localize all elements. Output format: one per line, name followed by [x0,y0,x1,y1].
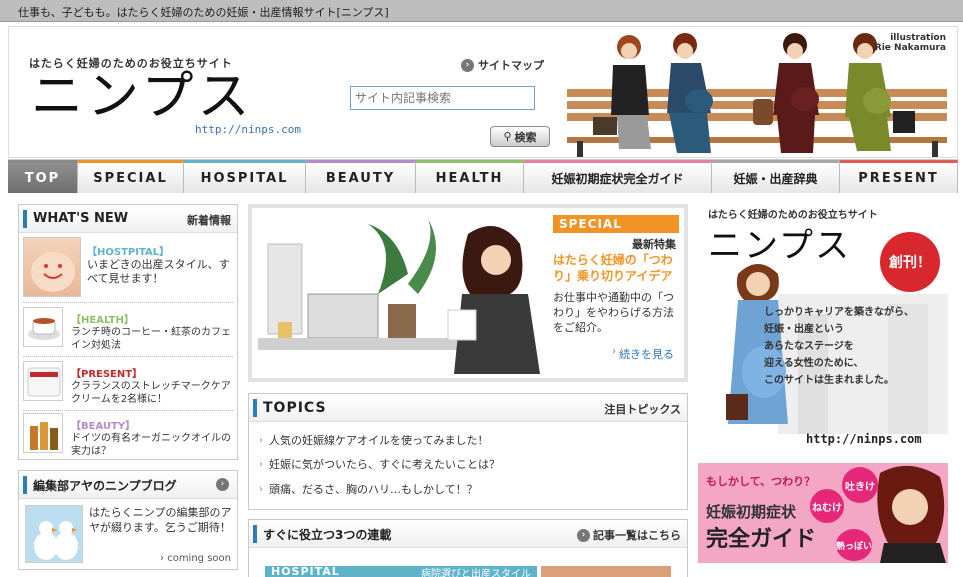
site-url[interactable]: http://ninps.com [195,123,301,136]
chevron-right-icon: › [259,483,263,495]
special-tag: SPECIAL [553,215,679,233]
search-input[interactable] [350,86,535,110]
news-category: 【PRESENT】 [71,369,143,380]
topics-subtitle: 注目トピックス [604,403,681,416]
sitemap-label: サイトマップ [478,59,544,72]
news-item[interactable]: 【BEAUTY】 ドイツの有名オーガニックオイルの実力は？ [23,413,233,459]
search-button-label: 検索 [514,130,537,144]
nav-tab-hospital[interactable]: HOSPITAL [184,160,306,193]
search-icon: ⚲ [503,130,512,143]
top-bar: 仕事も、子どもも。はたらく妊婦のための妊娠・出産情報サイト[ニンプス] [0,0,963,22]
news-thumbnail [23,413,63,453]
sitemap-link[interactable]: › サイトマップ [461,57,544,73]
nav-tab-special[interactable]: SPECIAL [78,160,184,193]
news-thumbnail [23,361,63,401]
nav-tab-beauty[interactable]: BEAUTY [306,160,416,193]
series-list-link[interactable]: › 記事一覧はこちら [577,527,681,543]
news-category: 【BEAUTY】 [71,421,136,432]
special-more-link[interactable]: › 続きを見る [612,346,674,362]
series-photo [541,566,671,577]
topics-header: TOPICS 注目トピックス [249,394,687,422]
illustration-credit: illustration Rie Nakamura [874,33,946,53]
page: 仕事も、子どもも。はたらく妊婦のための妊娠・出産情報サイト[ニンプス] はたらく… [0,0,963,577]
guide-ad-line2: 妊娠初期症状 [706,503,797,521]
guide-ad-line1: もしかして、つわり？ [706,475,816,488]
blog-thumbnail [25,505,83,563]
top-bar-text: 仕事も、子どもも。はたらく妊婦のための妊娠・出産情報サイト[ニンプス] [18,6,389,19]
early-symptoms-guide-banner[interactable]: もしかして、つわり？ 妊娠初期症状 完全ガイド 吐きけ ねむけ 熱っぽい [698,463,948,563]
cream-product-icon [27,367,61,397]
topics-title: TOPICS [263,400,327,416]
guide-bubble-fever: 熱っぽい [836,529,872,561]
topic-item[interactable]: › 頭痛、だるさ、胸のハリ…もしかして！？ [259,481,478,497]
oil-bottles-icon [30,422,58,450]
office-worker-illustration [258,214,548,374]
chevron-right-icon: › [259,458,263,470]
news-thumbnail [23,307,63,347]
guide-bubble-sleepiness: ねむけ [810,489,844,523]
topics-box: TOPICS 注目トピックス › 人気の妊娠線ケアオイルを使ってみました！ › 妊娠… [248,393,688,510]
blog-text: はたらくニンプの編集部のアヤが綴ります。乞うご期待！ [89,506,232,534]
search-button[interactable]: ⚲ 検索 [490,126,550,147]
news-thumbnail [23,237,81,297]
launch-ad-logo: ニンプス [708,226,851,266]
chevron-right-icon: › [461,58,474,72]
blog-header: 編集部アヤのニンプブログ › [19,471,237,499]
thinking-woman-illustration [877,465,946,563]
blog-title[interactable]: 編集部アヤのニンプブログ [33,477,177,494]
news-item[interactable]: 【PRESENT】 クラランスのストレッチマークケアクリームを2名様に！ [23,361,233,411]
series-header: すぐに役立つ3つの連載 › 記事一覧はこちら [249,520,687,548]
news-category: 【HEALTH】 [71,315,134,326]
launch-ad-url: http://ninps.com [806,432,922,446]
chevron-right-icon: › [259,434,263,446]
belly-photo-icon [31,252,75,292]
launch-ad-copy: しっかりキャリアを築きながら、 妊娠・出産という あらたなステージを 迎える女性… [764,307,914,386]
nav-tab-dictionary[interactable]: 妊娠・出産辞典 [712,160,840,193]
whats-new-subtitle: 新着情報 [187,214,231,227]
news-text: いまどきの出産スタイル、すべて見せます！ [87,258,230,285]
nav-tab-top[interactable]: TOP [8,160,78,193]
launch-ad-banner[interactable]: はたらく妊婦のためのお役立ちサイト ニンプス 創刊！ しっかりキャリアを築きなが… [698,204,948,454]
news-category: 【HOSTPITAL】 [87,247,170,258]
nav-tab-early-symptoms-guide[interactable]: 妊娠初期症状完全ガイド [524,160,712,193]
blog-coming-soon: › coming soon [160,553,231,564]
special-label: 最新特集 [632,238,676,251]
blog-box: 編集部アヤのニンプブログ › はたらくニンプの編集部のアヤが綴ります。乞うご期待… [18,470,238,570]
launch-badge: 創刊！ [880,232,940,292]
special-body: お仕事中や通勤中の「つわり」をやわらげる方法をご紹介。 [553,291,674,334]
special-feature-box[interactable]: SPECIAL 最新特集 はたらく妊婦の「つわり」乗り切りアイデア お仕事中や通… [248,204,688,382]
chevron-right-icon: › [577,528,590,542]
guide-ad-line3: 完全ガイド [706,527,817,552]
whats-new-box: WHAT'S NEW 新着情報 【HOSTPITAL】 いまどきの出産スタイル、… [18,204,238,460]
topic-item[interactable]: › 妊娠に気がついたら、すぐに考えたいことは？ [259,456,500,472]
chevron-right-icon: › [612,346,616,357]
header-illustration: illustration Rie Nakamura [567,29,952,157]
whats-new-header: WHAT'S NEW 新着情報 [19,205,237,233]
topic-item[interactable]: › 人気の妊娠線ケアオイルを使ってみました！ [259,432,488,448]
main-nav: TOP SPECIAL HOSPITAL BEAUTY HEALTH 妊娠初期症… [8,159,958,193]
ducks-photo-icon [34,521,78,560]
news-text: ドイツの有名オーガニックオイルの実力は？ [71,433,231,457]
news-item[interactable]: 【HOSTPITAL】 いまどきの出産スタイル、すべて見せます！ [23,237,233,303]
series-hospital-banner[interactable]: HOSPITAL 病院選びと出産スタイル [265,565,537,577]
series-box: すぐに役立つ3つの連載 › 記事一覧はこちら HOSPITAL 病院選びと出産ス… [248,519,688,577]
chevron-right-icon[interactable]: › [216,478,229,491]
site-header: はたらく妊婦のためのお役立ちサイト ニンプス http://ninps.com … [8,26,958,158]
site-logo[interactable]: ニンプス [31,67,253,127]
whats-new-title: WHAT'S NEW [33,211,129,226]
news-text: クラランスのストレッチマークケアクリームを2名様に！ [71,381,231,405]
teacup-icon [28,318,60,340]
news-item[interactable]: 【HEALTH】 ランチ時のコーヒー・紅茶のカフェイン対処法 [23,307,233,357]
series-title: すぐに役立つ3つの連載 [263,528,392,542]
nav-tab-health[interactable]: HEALTH [416,160,524,193]
news-text: ランチ時のコーヒー・紅茶のカフェイン対処法 [71,327,231,351]
special-headline[interactable]: はたらく妊婦の「つわり」乗り切りアイデア [553,252,677,284]
nav-tab-present[interactable]: PRESENT [840,160,958,193]
